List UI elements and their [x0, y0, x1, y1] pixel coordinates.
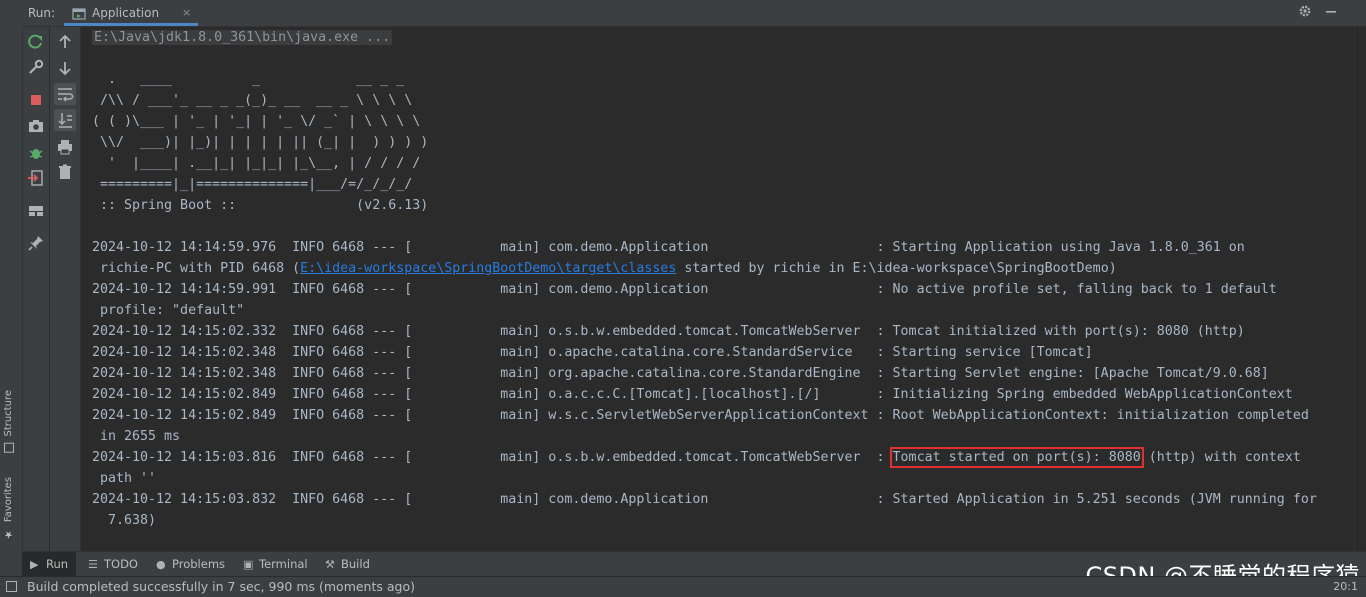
- spring-boot-version-line: :: Spring Boot :: (v2.6.13): [92, 198, 429, 213]
- banner-line: =========|_|==============|___/=/_/_/_/: [92, 177, 413, 192]
- log-message: Root WebApplicationContext: initializati…: [892, 408, 1309, 423]
- tab-application-label: Application: [92, 6, 160, 20]
- log-message: Starting service [Tomcat]: [892, 345, 1093, 360]
- tab-build-label: Build: [341, 557, 370, 571]
- log-message: No active profile set, falling back to 1…: [892, 282, 1277, 297]
- log-line-continuation: in 2655 ms: [92, 429, 181, 444]
- run-tool-header: Run: Application ×: [22, 0, 1366, 27]
- log-line-continuation: path '': [92, 471, 157, 486]
- log-line-continuation: richie-PC with PID 6468 (E:\idea-workspa…: [92, 258, 1117, 279]
- run-actions-toolbar: [23, 27, 49, 551]
- log-message: Tomcat initialized with port(s): 8080 (h…: [892, 324, 1245, 339]
- tomcat-port-highlight: Tomcat started on port(s): 8080: [889, 447, 1144, 468]
- close-icon[interactable]: ×: [182, 6, 191, 19]
- structure-tab[interactable]: Structure: [3, 390, 14, 453]
- console-output[interactable]: E:\Java\jdk1.8.0_361\bin\java.exe ... . …: [81, 27, 1354, 551]
- log-prefix: 2024-10-12 14:15:03.816 INFO 6468 --- [ …: [92, 450, 893, 465]
- log-line: 2024-10-12 14:14:59.991 INFO 6468 --- [ …: [92, 279, 1277, 300]
- banner-line: /\\ / ___'_ __ _ _(_)_ __ __ _ \ \ \ \: [92, 93, 413, 108]
- gear-icon[interactable]: [1296, 4, 1314, 22]
- layout-icon[interactable]: [27, 202, 45, 220]
- log-line: 2024-10-12 14:15:02.849 INFO 6468 --- [ …: [92, 405, 1309, 426]
- down-arrow-icon[interactable]: [56, 59, 74, 77]
- banner-line: \\/ ___)| |_)| | | | | || (_| | ) ) ) ): [92, 135, 429, 150]
- log-prefix: 2024-10-12 14:15:02.348 INFO 6468 --- [ …: [92, 345, 893, 360]
- application-run-icon: [72, 6, 86, 25]
- favorites-tab[interactable]: ★ Favorites: [3, 477, 14, 539]
- run-label: Run:: [28, 6, 56, 20]
- favorites-label: Favorites: [3, 477, 14, 523]
- classpath-link[interactable]: E:\idea-workspace\SpringBootDemo\target\…: [300, 261, 676, 276]
- console-scrollbar[interactable]: [1354, 27, 1366, 551]
- log-message: Starting Application using Java 1.8.0_36…: [892, 240, 1245, 255]
- log-prefix: 2024-10-12 14:15:02.332 INFO 6468 --- [ …: [92, 324, 893, 339]
- left-tool-strip: Structure ★ Favorites: [0, 0, 23, 576]
- log-line-continuation: profile: "default": [92, 303, 245, 318]
- banner-line: ( ( )\___ | '_ | '_| | '_ \/ _` | \ \ \ …: [92, 114, 421, 129]
- log-line: 2024-10-12 14:14:59.976 INFO 6468 --- [ …: [92, 237, 1245, 258]
- tab-build[interactable]: ⚒ Build: [325, 552, 370, 577]
- log-prefix: 2024-10-12 14:15:02.849 INFO 6468 --- [ …: [92, 387, 893, 402]
- up-arrow-icon[interactable]: [56, 33, 74, 51]
- rerun-icon[interactable]: [27, 33, 45, 51]
- log-prefix: 2024-10-12 14:15:03.832 INFO 6468 --- [ …: [92, 492, 893, 507]
- log-prefix: 2024-10-12 14:14:59.991 INFO 6468 --- [ …: [92, 282, 893, 297]
- trash-icon[interactable]: [56, 163, 74, 181]
- tab-run-label: Run: [46, 557, 69, 571]
- tab-todo[interactable]: ☰ TODO: [88, 552, 138, 577]
- log-prefix: 2024-10-12 14:15:02.849 INFO 6468 --- [ …: [92, 408, 893, 423]
- log-line: 2024-10-12 14:15:03.832 INFO 6468 --- [ …: [92, 489, 1317, 510]
- status-toggle-icon[interactable]: [6, 581, 17, 592]
- wrench-icon[interactable]: [27, 58, 45, 76]
- build-hammer-icon: ⚒: [325, 558, 335, 571]
- tab-todo-label: TODO: [104, 557, 138, 571]
- log-message: Starting Servlet engine: [Apache Tomcat/…: [892, 366, 1269, 381]
- log-continuation-text: richie-PC with PID 6468 (: [92, 261, 301, 276]
- print-icon[interactable]: [56, 138, 74, 156]
- star-icon: ★: [3, 528, 14, 540]
- log-line: 2024-10-12 14:15:02.348 INFO 6468 --- [ …: [92, 363, 1269, 384]
- minimize-icon[interactable]: [1322, 4, 1340, 22]
- banner-line: . ____ _ __ _ _: [92, 72, 405, 87]
- stop-icon[interactable]: [27, 91, 45, 109]
- log-line-tomcat-started: 2024-10-12 14:15:03.816 INFO 6468 --- [ …: [92, 447, 1301, 468]
- status-bar: Build completed successfully in 7 sec, 9…: [0, 576, 1366, 597]
- log-message: Started Application in 5.251 seconds (JV…: [892, 492, 1317, 507]
- scroll-to-end-icon[interactable]: [54, 109, 76, 131]
- tab-terminal-label: Terminal: [259, 557, 308, 571]
- exit-icon[interactable]: [27, 169, 45, 187]
- command-line-text[interactable]: E:\Java\jdk1.8.0_361\bin\java.exe ...: [92, 30, 393, 45]
- log-line: 2024-10-12 14:15:02.332 INFO 6468 --- [ …: [92, 321, 1245, 342]
- camera-icon[interactable]: [27, 117, 45, 135]
- terminal-icon: ▣: [243, 558, 254, 571]
- tab-application[interactable]: Application ×: [64, 0, 198, 26]
- run-icon: ▶: [30, 558, 39, 571]
- console-actions-toolbar: [50, 27, 81, 551]
- structure-icon: [4, 442, 14, 453]
- log-prefix: 2024-10-12 14:15:02.348 INFO 6468 --- [ …: [92, 366, 893, 381]
- tab-run[interactable]: ▶ Run: [22, 552, 77, 577]
- log-continuation-text: started by richie in E:\idea-workspace\S…: [676, 261, 1117, 276]
- structure-label: Structure: [3, 390, 14, 437]
- soft-wrap-icon[interactable]: [54, 83, 76, 105]
- tab-problems-label: Problems: [172, 557, 226, 571]
- banner-line: ' |____| .__|_| |_|_| |_\__, | / / / /: [92, 156, 421, 171]
- log-prefix: 2024-10-12 14:14:59.976 INFO 6468 --- [ …: [92, 240, 893, 255]
- log-line: 2024-10-12 14:15:02.348 INFO 6468 --- [ …: [92, 342, 1093, 363]
- problems-icon: ●: [156, 558, 166, 571]
- debug-bug-icon[interactable]: [27, 144, 45, 162]
- caret-position[interactable]: 20:1: [1333, 580, 1358, 593]
- log-message: Initializing Spring embedded WebApplicat…: [892, 387, 1293, 402]
- log-line-continuation: 7.638): [92, 513, 157, 528]
- todo-list-icon: ☰: [88, 558, 98, 571]
- command-line: E:\Java\jdk1.8.0_361\bin\java.exe ...: [92, 27, 393, 48]
- tab-terminal[interactable]: ▣ Terminal: [243, 552, 308, 577]
- tab-problems[interactable]: ● Problems: [156, 552, 225, 577]
- log-message: (http) with context: [1140, 450, 1301, 465]
- pin-icon[interactable]: [27, 234, 45, 252]
- log-line: 2024-10-12 14:15:02.849 INFO 6468 --- [ …: [92, 384, 1293, 405]
- status-message[interactable]: Build completed successfully in 7 sec, 9…: [27, 579, 415, 594]
